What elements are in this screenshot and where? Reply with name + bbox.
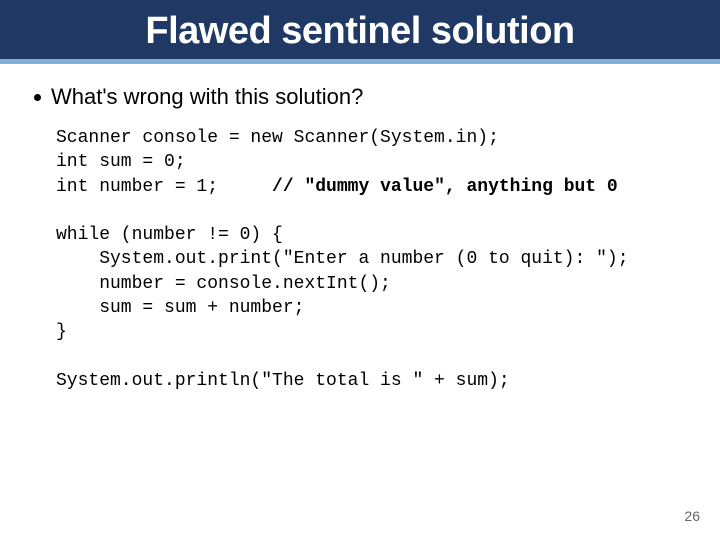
- code-line: sum = sum + number;: [56, 298, 304, 318]
- code-line: int sum = 0;: [56, 152, 186, 172]
- page-number: 26: [684, 508, 700, 524]
- code-line: number = console.nextInt();: [56, 274, 391, 294]
- code-line: int number = 1;: [56, 177, 272, 197]
- code-line: }: [56, 322, 67, 342]
- bullet-row: What's wrong with this solution?: [34, 84, 690, 110]
- code-line: System.out.print("Enter a number (0 to q…: [56, 249, 629, 269]
- slide-body: What's wrong with this solution? Scanner…: [0, 64, 720, 393]
- bullet-icon: [34, 94, 41, 101]
- code-line: while (number != 0) {: [56, 225, 283, 245]
- code-comment: // "dummy value", anything but 0: [272, 177, 618, 197]
- code-line: System.out.println("The total is " + sum…: [56, 371, 510, 391]
- code-block: Scanner console = new Scanner(System.in)…: [56, 126, 690, 393]
- title-bar: Flawed sentinel solution: [0, 0, 720, 59]
- slide: Flawed sentinel solution What's wrong wi…: [0, 0, 720, 540]
- slide-title: Flawed sentinel solution: [0, 10, 720, 53]
- code-line: Scanner console = new Scanner(System.in)…: [56, 128, 499, 148]
- bullet-text: What's wrong with this solution?: [51, 84, 363, 110]
